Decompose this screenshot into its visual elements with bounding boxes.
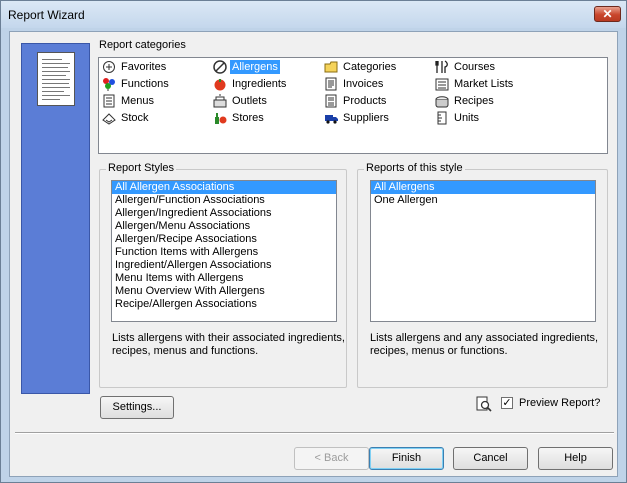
category-recipes[interactable]: Recipes [435,93,496,109]
menus-icon [102,94,116,108]
category-units[interactable]: Units [435,110,481,126]
report-styles-label: Report Styles [106,162,177,174]
title-bar[interactable]: Report Wizard ✕ [1,1,626,28]
preview-report-label: Preview Report? [519,397,601,409]
outlets-icon [213,94,227,108]
cancel-button[interactable]: Cancel [453,447,528,470]
category-invoices[interactable]: Invoices [324,76,385,92]
report-wizard-window: Report Wizard ✕ Report categories Favori… [0,0,627,483]
units-icon [435,111,449,125]
favorites-icon [102,60,116,74]
help-button[interactable]: Help [538,447,613,470]
report-style-item[interactable]: Allergen/Recipe Associations [112,233,336,246]
category-market-lists[interactable]: Market Lists [435,76,515,92]
ingredients-icon [213,77,227,91]
category-allergens[interactable]: Allergens [213,59,280,75]
report-style-item[interactable]: Ingredient/Allergen Associations [112,259,336,272]
reports-of-style-label: Reports of this style [364,162,465,174]
report-style-description: Lists allergens with their associated in… [112,332,345,357]
stock-icon [102,111,116,125]
report-categories-list[interactable]: Favorites Functions Menus Stock Allergen… [98,57,608,154]
report-style-item[interactable]: Menu Overview With Allergens [112,285,336,298]
separator [15,432,614,434]
report-description: Lists allergens and any associated ingre… [370,332,599,357]
products-icon [324,94,338,108]
preview-report-checkbox[interactable]: ✓ [501,397,513,409]
settings-button[interactable]: Settings... [100,396,174,419]
close-icon: ✕ [602,7,613,21]
category-suppliers[interactable]: Suppliers [324,110,391,126]
suppliers-icon [324,111,338,125]
report-style-item[interactable]: Allergen/Menu Associations [112,220,336,233]
category-categories[interactable]: Categories [324,59,398,75]
courses-icon [435,60,449,74]
categories-icon [324,60,338,74]
back-button[interactable]: < Back [294,447,369,470]
wizard-side-panel [21,43,90,394]
dialog-body: Report categories Favorites Functions Me… [9,31,618,477]
category-favorites[interactable]: Favorites [102,59,168,75]
report-styles-list[interactable]: All Allergen Associations Allergen/Funct… [111,180,337,322]
functions-icon [102,77,116,91]
invoices-icon [324,77,338,91]
report-style-item[interactable]: Allergen/Ingredient Associations [112,207,336,220]
report-style-item[interactable]: All Allergen Associations [112,181,336,194]
category-ingredients[interactable]: Ingredients [213,76,288,92]
category-outlets[interactable]: Outlets [213,93,269,109]
finish-button[interactable]: Finish [369,447,444,470]
category-stores[interactable]: Stores [213,110,266,126]
allergens-icon [213,60,227,74]
report-style-item[interactable]: Recipe/Allergen Associations [112,298,336,311]
category-products[interactable]: Products [324,93,388,109]
report-item[interactable]: One Allergen [371,194,595,207]
category-courses[interactable]: Courses [435,59,497,75]
preview-report-icon[interactable] [476,396,492,412]
report-style-item[interactable]: Menu Items with Allergens [112,272,336,285]
report-categories-label: Report categories [99,39,186,51]
category-menus[interactable]: Menus [102,93,156,109]
report-item[interactable]: All Allergens [371,181,595,194]
reports-of-style-list[interactable]: All Allergens One Allergen [370,180,596,322]
stores-icon [213,111,227,125]
recipes-icon [435,94,449,108]
window-title: Report Wizard [8,8,85,22]
market-lists-icon [435,77,449,91]
report-style-item[interactable]: Function Items with Allergens [112,246,336,259]
category-functions[interactable]: Functions [102,76,171,92]
close-button[interactable]: ✕ [594,6,621,22]
category-stock[interactable]: Stock [102,110,151,126]
report-document-icon [37,52,75,106]
report-style-item[interactable]: Allergen/Function Associations [112,194,336,207]
